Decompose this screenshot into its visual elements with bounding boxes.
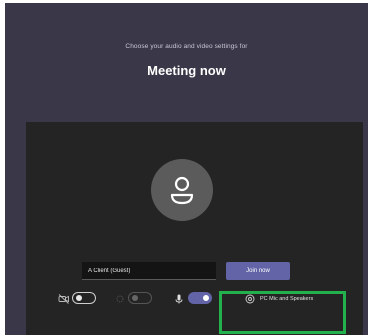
microphone-toggle[interactable]: [188, 292, 212, 304]
background-blur-icon: [114, 293, 126, 305]
meeting-title: Meeting now: [147, 63, 226, 78]
toggle-knob: [203, 295, 209, 301]
join-now-button[interactable]: Join now: [226, 262, 290, 280]
highlight-annotation-box: [219, 291, 346, 334]
toggle-knob: [76, 295, 82, 301]
person-icon: [170, 176, 194, 205]
display-name-input[interactable]: [82, 262, 216, 280]
background-blur-toggle[interactable]: [128, 292, 152, 304]
header-subtitle: Choose your audio and video settings for: [125, 43, 248, 50]
microphone-icon: [173, 293, 185, 305]
camera-toggle[interactable]: [72, 292, 96, 304]
toggle-knob: [132, 295, 138, 301]
camera-off-icon: [58, 293, 70, 305]
avatar: [151, 159, 213, 221]
